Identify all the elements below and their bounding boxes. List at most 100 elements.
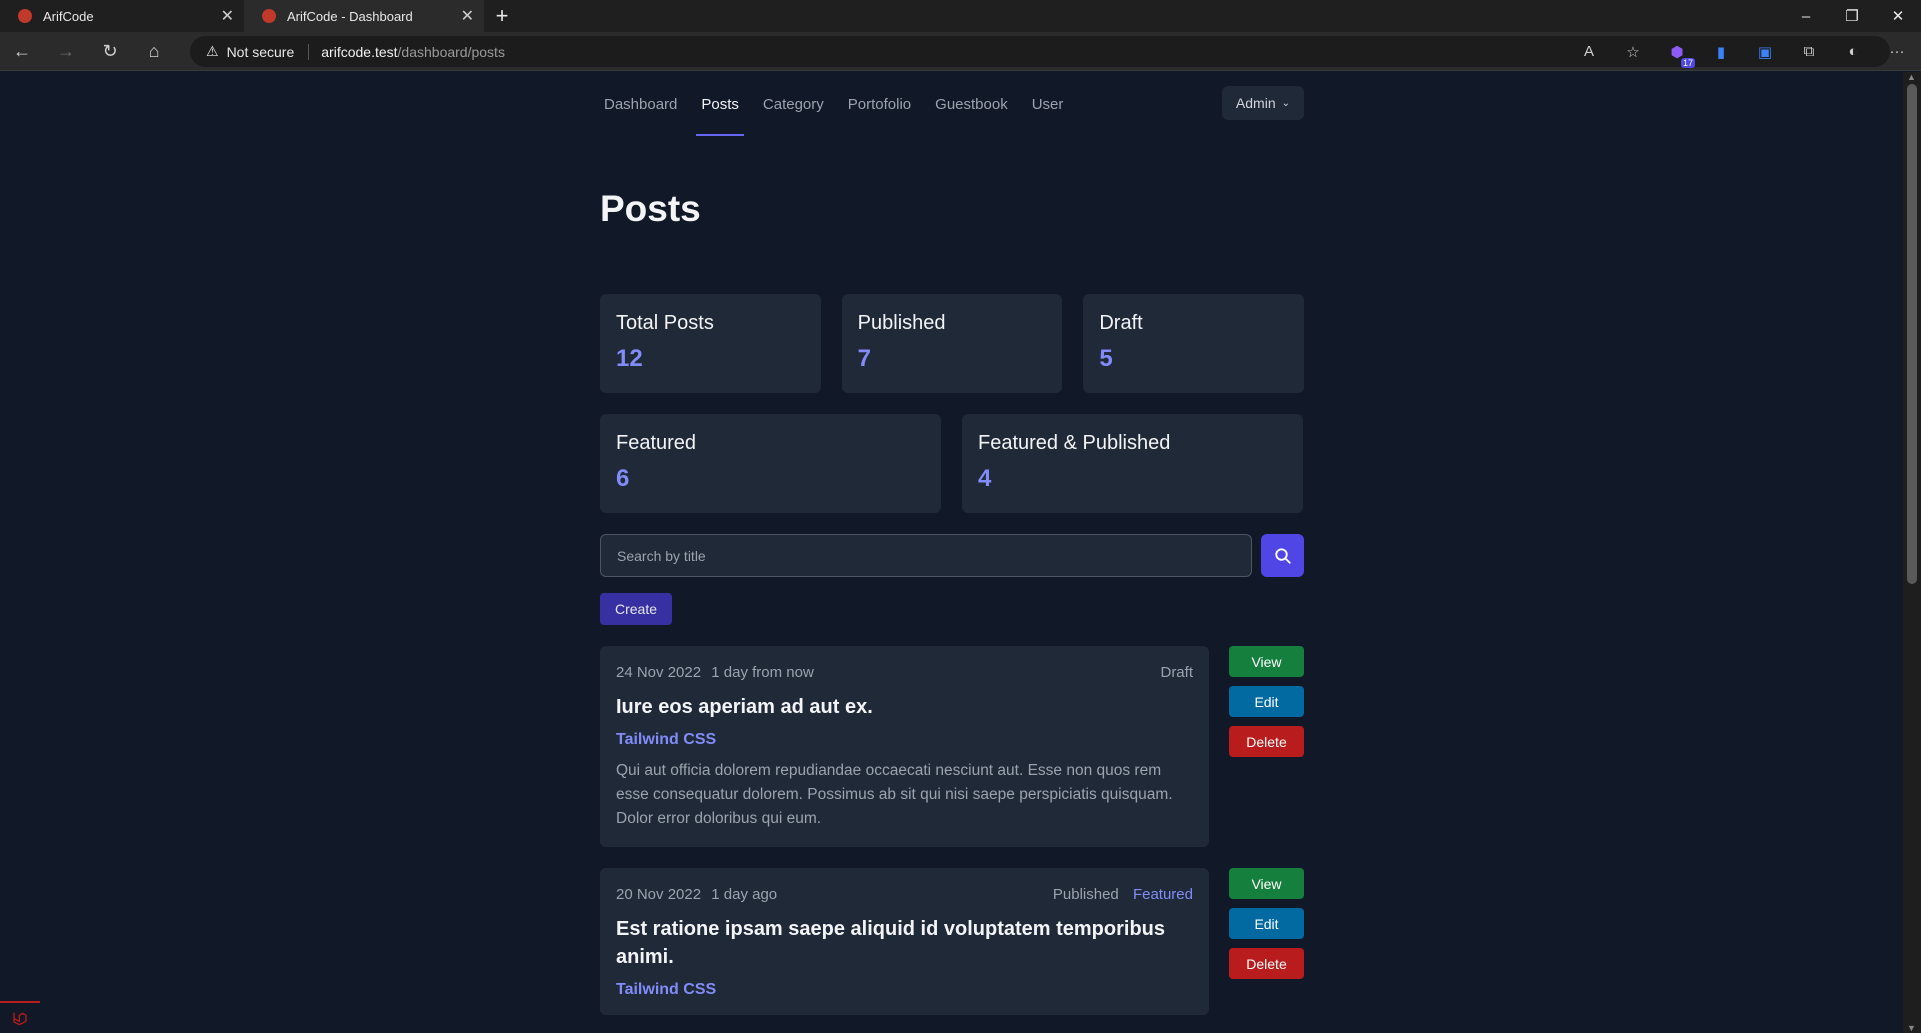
stat-card-featured-published: Featured & Published 4 <box>962 414 1303 513</box>
browser-tab[interactable]: ArifCode ✕ <box>0 0 244 32</box>
delete-button[interactable]: Delete <box>1229 948 1304 979</box>
scroll-down-icon[interactable]: ▼ <box>1907 1023 1916 1033</box>
stat-card-featured: Featured 6 <box>600 414 941 513</box>
site-favicon-icon <box>262 9 276 23</box>
url-host: arifcode.test <box>321 43 398 60</box>
back-icon[interactable]: ← <box>0 32 44 71</box>
tab-title: ArifCode <box>43 8 94 24</box>
extension-icon[interactable]: ⬢ 17 <box>1663 38 1695 68</box>
stat-value: 4 <box>978 465 992 492</box>
post-category[interactable]: Tailwind CSS <box>616 981 1193 999</box>
profile-avatar-icon[interactable]: ◐ <box>1839 38 1867 66</box>
stat-label: Draft <box>1099 312 1143 334</box>
post-relative-time: 1 day from now <box>711 664 814 681</box>
edit-button[interactable]: Edit <box>1229 686 1304 717</box>
stat-label: Total Posts <box>616 312 714 334</box>
post-card: 20 Nov 2022 1 day ago Published Featured… <box>600 868 1209 1015</box>
extension-badge: 17 <box>1680 57 1695 68</box>
nav-item-posts[interactable]: Posts <box>696 72 744 136</box>
warning-icon: ⚠ <box>206 43 219 59</box>
stat-card-total: Total Posts 12 <box>600 294 821 393</box>
tab-title: ArifCode - Dashboard <box>287 8 413 24</box>
chevron-down-icon: ⌄ <box>1281 97 1290 109</box>
more-menu-icon[interactable]: ··· <box>1883 38 1911 66</box>
scroll-up-icon[interactable]: ▲ <box>1907 72 1916 82</box>
translate-extension-icon[interactable]: ▣ <box>1751 38 1779 66</box>
admin-label: Admin <box>1235 95 1276 111</box>
post-title[interactable]: Est ratione ipsam saepe aliquid id volup… <box>616 915 1193 971</box>
stat-value: 6 <box>616 465 630 492</box>
close-tab-icon[interactable]: ✕ <box>221 6 234 26</box>
read-aloud-icon[interactable]: A <box>1575 38 1603 66</box>
extensions-icon[interactable]: ⧉ <box>1795 38 1823 66</box>
page-container: Dashboard Posts Category Portofolio Gues… <box>600 72 1305 1015</box>
favorite-icon[interactable]: ☆ <box>1619 38 1647 66</box>
post-date: 20 Nov 2022 <box>616 886 702 903</box>
stats-row: Featured 6 Featured & Published 4 <box>600 414 1304 513</box>
stat-label: Published <box>857 312 946 334</box>
stat-value: 12 <box>616 345 643 372</box>
scrollbar-thumb[interactable] <box>1907 84 1917 584</box>
browser-tab-active[interactable]: ArifCode - Dashboard ✕ <box>244 0 484 32</box>
post-item: 24 Nov 2022 1 day from now Draft Iure eo… <box>600 646 1304 847</box>
forward-icon[interactable]: → <box>44 32 88 71</box>
toolbar-actions: A ☆ ⬢ 17 ▮ ▣ ⧉ ◐ ··· <box>1575 32 1911 71</box>
minimize-icon[interactable]: – <box>1783 0 1829 32</box>
close-window-icon[interactable]: ✕ <box>1875 0 1921 32</box>
stat-label: Featured & Published <box>978 432 1171 454</box>
nav-item-guestbook[interactable]: Guestbook <box>931 72 1012 136</box>
browser-tabbar: ArifCode ✕ ArifCode - Dashboard ✕ + – ❐ … <box>0 0 1921 32</box>
stat-value: 7 <box>857 345 872 372</box>
stat-card-draft: Draft 5 <box>1083 294 1305 393</box>
post-card: 24 Nov 2022 1 day from now Draft Iure eo… <box>600 646 1209 847</box>
window-controls: – ❐ ✕ <box>1783 0 1921 32</box>
security-label[interactable]: Not secure <box>227 44 295 60</box>
page-scrollbar[interactable]: ▲ ▼ <box>1903 72 1921 1033</box>
nav-item-portofolio[interactable]: Portofolio <box>844 72 915 136</box>
bookmark-extension-icon[interactable]: ▮ <box>1707 38 1735 66</box>
stats-row: Total Posts 12 Published 7 Draft 5 <box>600 294 1305 393</box>
admin-dropdown[interactable]: Admin ⌄ <box>1221 86 1304 120</box>
post-actions: View Edit Delete <box>1229 868 1304 1015</box>
post-relative-time: 1 day ago <box>711 886 778 903</box>
post-status: Published <box>1052 886 1119 903</box>
stat-value: 5 <box>1099 345 1113 372</box>
nav-item-category[interactable]: Category <box>759 72 828 136</box>
site-favicon-icon <box>18 9 32 23</box>
post-featured-badge: Featured <box>1132 886 1193 903</box>
edit-button[interactable]: Edit <box>1229 908 1304 939</box>
close-tab-icon[interactable]: ✕ <box>461 6 474 26</box>
reload-icon[interactable]: ↻ <box>88 32 132 71</box>
post-title[interactable]: Iure eos aperiam ad aut ex. <box>616 693 1193 721</box>
post-excerpt: Qui aut officia dolorem repudiandae occa… <box>616 762 1173 827</box>
post-status: Draft <box>1160 664 1193 681</box>
post-meta: 24 Nov 2022 1 day from now Draft <box>616 664 1193 681</box>
delete-button[interactable]: Delete <box>1229 726 1304 757</box>
post-item: 20 Nov 2022 1 day ago Published Featured… <box>600 868 1304 1015</box>
post-meta: 20 Nov 2022 1 day ago Published Featured <box>616 886 1193 903</box>
search-icon <box>1274 547 1291 564</box>
view-button[interactable]: View <box>1229 868 1304 899</box>
page-title: Posts <box>600 188 701 229</box>
restore-icon[interactable]: ❐ <box>1829 0 1875 32</box>
main-nav: Dashboard Posts Category Portofolio Gues… <box>600 72 1304 136</box>
url-path: /dashboard/posts <box>397 43 505 60</box>
stat-label: Featured <box>616 432 697 454</box>
nav-item-dashboard[interactable]: Dashboard <box>600 72 681 136</box>
create-button[interactable]: Create <box>600 593 673 625</box>
post-date: 24 Nov 2022 <box>616 664 702 681</box>
search-row <box>600 534 1304 577</box>
post-actions: View Edit Delete <box>1229 646 1304 847</box>
browser-toolbar: ← → ↻ ⌂ ⚠ Not secure arifcode.test/dashb… <box>0 32 1921 71</box>
post-category[interactable]: Tailwind CSS <box>616 731 1193 749</box>
view-button[interactable]: View <box>1229 646 1304 677</box>
divider <box>308 43 310 60</box>
laravel-debug-icon[interactable] <box>0 1001 40 1033</box>
stat-card-published: Published 7 <box>841 294 1063 393</box>
search-button[interactable] <box>1261 534 1304 577</box>
new-tab-icon[interactable]: + <box>484 0 520 32</box>
nav-item-user[interactable]: User <box>1028 72 1068 136</box>
home-icon[interactable]: ⌂ <box>132 32 176 71</box>
page-viewport: Dashboard Posts Category Portofolio Gues… <box>0 72 1903 1033</box>
search-input[interactable] <box>600 534 1252 577</box>
